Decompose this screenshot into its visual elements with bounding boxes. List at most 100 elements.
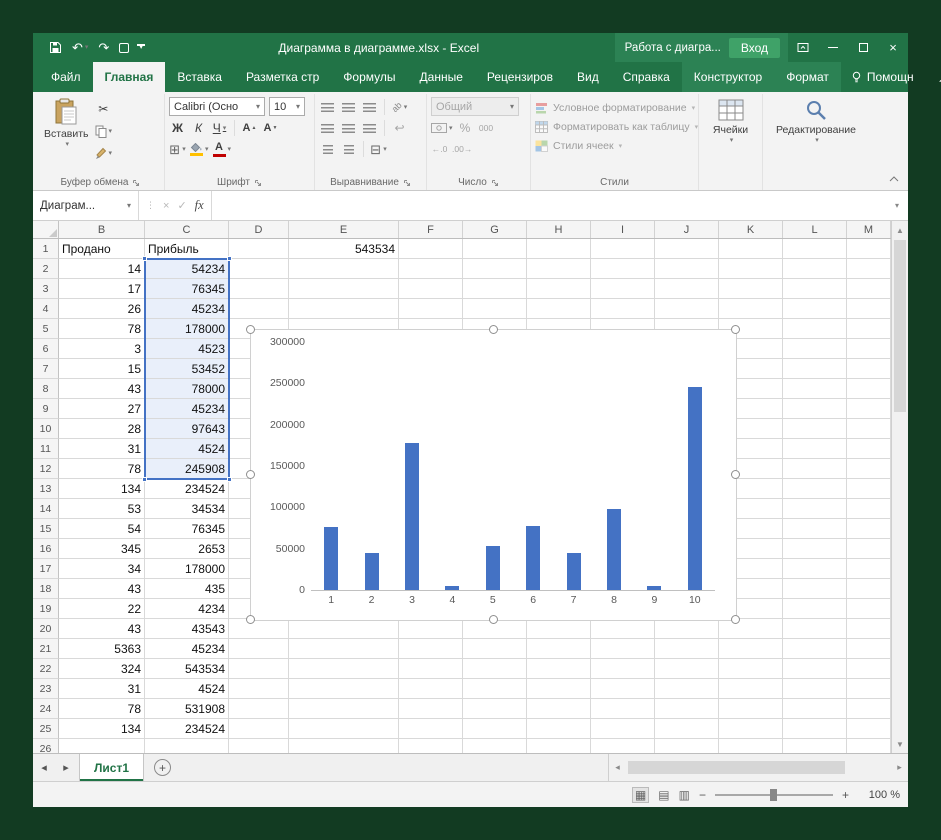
cell-M12[interactable] bbox=[847, 459, 891, 479]
cell-I21[interactable] bbox=[591, 639, 655, 659]
sheet-nav-right[interactable]: ▸ bbox=[55, 754, 77, 781]
cell-C14[interactable]: 34534 bbox=[145, 499, 229, 519]
column-header-G[interactable]: G bbox=[463, 221, 527, 238]
collapse-ribbon-button[interactable] bbox=[885, 172, 903, 186]
enter-button[interactable]: ✓ bbox=[177, 199, 186, 212]
cell-C10[interactable]: 97643 bbox=[145, 419, 229, 439]
cell-C25[interactable]: 234524 bbox=[145, 719, 229, 739]
align-top-button[interactable] bbox=[319, 98, 336, 116]
hscroll-thumb[interactable] bbox=[628, 761, 845, 774]
cell-C8[interactable]: 78000 bbox=[145, 379, 229, 399]
row-header-26[interactable]: 26 bbox=[33, 739, 59, 753]
cell-B1[interactable]: Продано bbox=[59, 239, 145, 259]
cell-B20[interactable]: 43 bbox=[59, 619, 145, 639]
cell-G26[interactable] bbox=[463, 739, 527, 753]
chart-handle[interactable] bbox=[731, 325, 740, 334]
cell-L20[interactable] bbox=[783, 619, 847, 639]
cell-E26[interactable] bbox=[289, 739, 399, 753]
cell-M17[interactable] bbox=[847, 559, 891, 579]
cell-L17[interactable] bbox=[783, 559, 847, 579]
cell-B25[interactable]: 134 bbox=[59, 719, 145, 739]
cell-D22[interactable] bbox=[229, 659, 289, 679]
cell-I20[interactable] bbox=[591, 619, 655, 639]
dialog-launcher-number[interactable] bbox=[491, 179, 499, 187]
cell-C4[interactable]: 45234 bbox=[145, 299, 229, 319]
ribbon-tab-10[interactable]: Формат bbox=[774, 62, 841, 92]
cell-B6[interactable]: 3 bbox=[59, 339, 145, 359]
cell-M19[interactable] bbox=[847, 599, 891, 619]
cell-F26[interactable] bbox=[399, 739, 463, 753]
insert-function-button[interactable]: fx bbox=[195, 198, 204, 213]
cell-M11[interactable] bbox=[847, 439, 891, 459]
chart-bar-10[interactable] bbox=[688, 387, 702, 590]
zoom-in-button[interactable]: + bbox=[842, 788, 849, 802]
cell-E21[interactable] bbox=[289, 639, 399, 659]
row-header-17[interactable]: 17 bbox=[33, 559, 59, 579]
row-header-10[interactable]: 10 bbox=[33, 419, 59, 439]
cell-G1[interactable] bbox=[463, 239, 527, 259]
increase-indent-button[interactable] bbox=[340, 140, 357, 158]
dialog-launcher-clipboard[interactable] bbox=[132, 179, 140, 187]
cell-D3[interactable] bbox=[229, 279, 289, 299]
cell-C15[interactable]: 76345 bbox=[145, 519, 229, 539]
cell-M15[interactable] bbox=[847, 519, 891, 539]
cell-C22[interactable]: 543534 bbox=[145, 659, 229, 679]
column-header-I[interactable]: I bbox=[591, 221, 655, 238]
cell-L10[interactable] bbox=[783, 419, 847, 439]
cell-I25[interactable] bbox=[591, 719, 655, 739]
cell-E4[interactable] bbox=[289, 299, 399, 319]
ribbon-tab-8[interactable]: Справка bbox=[611, 62, 682, 92]
row-header-21[interactable]: 21 bbox=[33, 639, 59, 659]
cell-H21[interactable] bbox=[527, 639, 591, 659]
cell-C2[interactable]: 54234 bbox=[145, 259, 229, 279]
ribbon-tab-0[interactable]: Файл bbox=[39, 62, 93, 92]
cell-K20[interactable] bbox=[719, 619, 783, 639]
cell-B15[interactable]: 54 bbox=[59, 519, 145, 539]
cell-H26[interactable] bbox=[527, 739, 591, 753]
comma-style-button[interactable]: 000 bbox=[478, 119, 495, 137]
decrease-decimal-button[interactable]: .00→ bbox=[452, 140, 472, 158]
cell-K25[interactable] bbox=[719, 719, 783, 739]
cell-B26[interactable] bbox=[59, 739, 145, 753]
ribbon-tab-9[interactable]: Конструктор bbox=[682, 62, 774, 92]
row-header-3[interactable]: 3 bbox=[33, 279, 59, 299]
wrap-text-button[interactable]: ↩ bbox=[391, 119, 408, 137]
cell-C3[interactable]: 76345 bbox=[145, 279, 229, 299]
help-tab[interactable]: Помощн bbox=[841, 62, 924, 92]
cell-D25[interactable] bbox=[229, 719, 289, 739]
cell-L8[interactable] bbox=[783, 379, 847, 399]
ribbon-tab-1[interactable]: Главная bbox=[93, 62, 166, 92]
row-header-9[interactable]: 9 bbox=[33, 399, 59, 419]
chart-bar-2[interactable] bbox=[365, 553, 379, 590]
add-sheet-button[interactable]: + bbox=[154, 759, 171, 776]
cell-B7[interactable]: 15 bbox=[59, 359, 145, 379]
cell-H2[interactable] bbox=[527, 259, 591, 279]
format-painter-button[interactable] bbox=[95, 144, 113, 162]
cell-L23[interactable] bbox=[783, 679, 847, 699]
cell-D23[interactable] bbox=[229, 679, 289, 699]
italic-button[interactable]: К bbox=[190, 119, 207, 137]
cell-B2[interactable]: 14 bbox=[59, 259, 145, 279]
cell-G22[interactable] bbox=[463, 659, 527, 679]
cell-M26[interactable] bbox=[847, 739, 891, 753]
row-header-15[interactable]: 15 bbox=[33, 519, 59, 539]
chart-handle[interactable] bbox=[246, 325, 255, 334]
merge-center-button[interactable]: ⊟ bbox=[370, 140, 387, 158]
cell-E22[interactable] bbox=[289, 659, 399, 679]
chart-handle[interactable] bbox=[731, 615, 740, 624]
cell-B14[interactable]: 53 bbox=[59, 499, 145, 519]
row-header-20[interactable]: 20 bbox=[33, 619, 59, 639]
cell-M13[interactable] bbox=[847, 479, 891, 499]
cell-L13[interactable] bbox=[783, 479, 847, 499]
cell-D26[interactable] bbox=[229, 739, 289, 753]
number-format-combo[interactable]: Общий bbox=[431, 97, 519, 116]
cell-I23[interactable] bbox=[591, 679, 655, 699]
column-header-K[interactable]: K bbox=[719, 221, 783, 238]
ribbon-tab-3[interactable]: Разметка стр bbox=[234, 62, 331, 92]
cell-styles-button[interactable]: Стили ячеек bbox=[535, 136, 694, 155]
cell-M1[interactable] bbox=[847, 239, 891, 259]
cell-I4[interactable] bbox=[591, 299, 655, 319]
cell-J26[interactable] bbox=[655, 739, 719, 753]
cell-G24[interactable] bbox=[463, 699, 527, 719]
cell-F25[interactable] bbox=[399, 719, 463, 739]
